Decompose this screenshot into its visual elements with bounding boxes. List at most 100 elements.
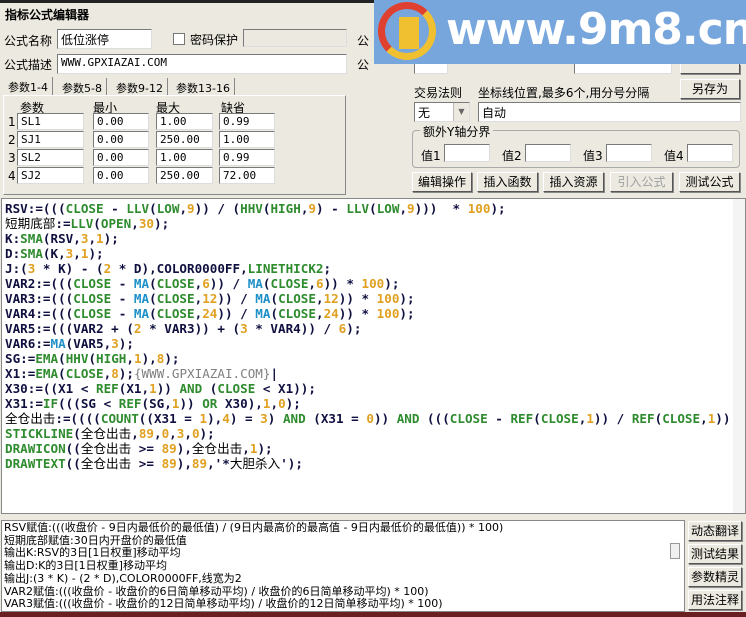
usage-notes-button[interactable]: 用法注释 [688, 590, 742, 610]
code-line[interactable]: K:SMA(RSV,3,1); [5, 231, 730, 246]
code-line[interactable]: VAR5:=(((VAR2 + (2 * VAR3)) + (3 * VAR4)… [5, 321, 730, 336]
code-line[interactable]: STICKLINE(全仓出击,89,0,3,0); [5, 426, 730, 441]
code-token: , [153, 426, 162, 441]
chevron-down-icon[interactable]: ▼ [453, 103, 469, 121]
param-name-input[interactable]: SJ1 [17, 131, 84, 148]
import-formula-button[interactable]: 引入公式 [610, 172, 673, 192]
code-token: (( [65, 441, 81, 456]
param-name-input[interactable]: SJ2 [17, 167, 84, 184]
code-token: )) / [217, 306, 256, 321]
code-token: MA [133, 306, 150, 321]
code-token: LOW [376, 201, 400, 216]
code-token: )) / [209, 276, 248, 291]
code-editor[interactable]: RSV:=(((CLOSE - LLV(LOW,9)) / (HHV(HIGH,… [1, 198, 746, 514]
param-min-input[interactable]: 0.00 [93, 131, 149, 148]
insert-resource-button[interactable]: 插入资源 [543, 172, 604, 192]
formula-desc-input[interactable]: WWW.GPXIAZAI.COM [57, 54, 347, 74]
code-token: IF [42, 396, 59, 411]
code-token: 100 [361, 276, 385, 291]
trade-rule-select[interactable]: 无 ▼ [414, 102, 470, 122]
code-token: CLOSE [270, 276, 309, 291]
param-row-index: 2 [8, 133, 16, 147]
partial-label: 公 [357, 58, 370, 72]
translation-text: RSV赋值:(((收盘价 - 9日内最低价的最低值) / (9日内最高价的最高值… [4, 521, 503, 611]
partial-input[interactable] [414, 64, 448, 74]
code-line[interactable]: DRAWTEXT((全仓出击 >= 89),89,'*大胆杀入'); [5, 456, 730, 471]
code-line[interactable]: VAR6:=MA(VAR5,3); [5, 336, 730, 351]
y-value-input[interactable] [687, 144, 733, 162]
code-line[interactable]: 全仓出击:=((((COUNT((X31 = 1),4) = 3) AND (X… [5, 411, 730, 426]
trade-rule-value: 无 [418, 106, 431, 120]
dynamic-translate-button[interactable]: 动态翻译 [688, 521, 742, 541]
code-token: ( [58, 351, 66, 366]
code-line[interactable]: J:(3 * K) - (2 * D),COLOR0000FF,LINETHIC… [5, 261, 730, 276]
code-token: - [111, 306, 134, 321]
code-token: 全仓出击 [5, 411, 56, 426]
password-checkbox[interactable] [173, 33, 185, 45]
param-name-input[interactable]: SL1 [17, 113, 84, 130]
param-max-input[interactable]: 250.00 [156, 167, 213, 184]
formula-name-label: 公式名称 [4, 34, 53, 48]
code-token: 8 [111, 366, 119, 381]
code-token: 1 [586, 411, 594, 426]
insert-function-button[interactable]: 插入函数 [477, 172, 538, 192]
password-input[interactable] [243, 29, 347, 47]
code-token: 1 [96, 231, 104, 246]
param-min-input[interactable]: 0.00 [93, 149, 149, 166]
partial-dropdown[interactable] [574, 64, 672, 74]
code-token: CLOSE [65, 366, 104, 381]
code-line[interactable]: VAR2:=(((CLOSE - MA(CLOSE,6)) / MA(CLOSE… [5, 276, 730, 291]
code-token: ( [149, 291, 157, 306]
save-as-button[interactable]: 另存为 [680, 79, 740, 99]
axis-line-input[interactable]: 自动 [478, 102, 741, 122]
param-min-input[interactable]: 0.00 [93, 113, 149, 130]
code-line[interactable]: X31:=IF(((SG < REF(SG,1)) OR X30),1,0); [5, 396, 730, 411]
code-token: , [179, 201, 188, 216]
tab-params-5-8[interactable]: 参数5-8 [58, 78, 107, 96]
param-def-input[interactable]: 0.99 [219, 113, 275, 130]
code-line[interactable]: VAR3:=(((CLOSE - MA(CLOSE,12)) / MA(CLOS… [5, 291, 730, 306]
code-token: HIGH [270, 201, 301, 216]
code-token: COUNT [100, 411, 139, 426]
param-wizard-button[interactable]: 参数精灵 [688, 567, 742, 587]
test-result-button[interactable]: 测试结果 [688, 544, 742, 564]
translation-scrollbar[interactable] [670, 543, 680, 559]
code-token: X30), [217, 396, 263, 411]
edit-operation-button[interactable]: 编辑操作 [412, 172, 472, 192]
editor-scrollbar[interactable] [733, 199, 745, 513]
tab-params-13-16[interactable]: 参数13-16 [172, 78, 235, 96]
code-line[interactable]: DRAWICON((全仓出击 >= 89),全仓出击,1); [5, 441, 730, 456]
code-line[interactable]: 短期底部:=LLV(OPEN,30); [5, 216, 730, 231]
tab-params-1-4[interactable]: 参数1-4 [4, 77, 53, 95]
code-line[interactable]: VAR4:=(((CLOSE - MA(CLOSE,24)) / MA(CLOS… [5, 306, 730, 321]
formula-code[interactable]: RSV:=(((CLOSE - LLV(LOW,9)) / (HHV(HIGH,… [5, 201, 730, 471]
param-def-input[interactable]: 0.99 [219, 149, 275, 166]
code-token: CLOSE [73, 276, 112, 291]
formula-name-input[interactable]: 低位涨停 [57, 29, 152, 49]
code-line[interactable]: D:SMA(K,3,1); [5, 246, 730, 261]
code-line[interactable]: X1:=EMA(CLOSE,8);{WWW.GPXIAZAI.COM}| [5, 366, 730, 381]
param-max-input[interactable]: 250.00 [156, 131, 213, 148]
param-max-input[interactable]: 1.00 [156, 113, 213, 130]
y-value-input[interactable] [444, 144, 490, 162]
code-token: , [242, 441, 250, 456]
partial-button[interactable] [680, 64, 740, 74]
code-line[interactable]: SG:=EMA(HHV(HIGH,1),8); [5, 351, 730, 366]
y-value-input[interactable] [606, 144, 652, 162]
tab-params-9-12[interactable]: 参数9-12 [112, 78, 168, 96]
code-token: (RSV, [42, 231, 81, 246]
test-formula-button[interactable]: 测试公式 [679, 172, 740, 192]
param-name-input[interactable]: SL2 [17, 149, 84, 166]
code-token: 30 [138, 216, 154, 231]
code-token: RSV:=((( [5, 201, 66, 216]
y-value-input[interactable] [525, 144, 571, 162]
code-token: 89 [161, 441, 177, 456]
code-line[interactable]: X30:=((X1 < REF(X1,1)) AND (CLOSE < X1))… [5, 381, 730, 396]
code-token: )) [156, 381, 180, 396]
param-def-input[interactable]: 72.00 [219, 167, 275, 184]
code-line[interactable]: RSV:=(((CLOSE - LLV(LOW,9)) / (HHV(HIGH,… [5, 201, 730, 216]
param-max-input[interactable]: 1.00 [156, 149, 213, 166]
param-min-input[interactable]: 0.00 [93, 167, 149, 184]
code-token: 100 [376, 291, 400, 306]
param-def-input[interactable]: 1.00 [219, 131, 275, 148]
